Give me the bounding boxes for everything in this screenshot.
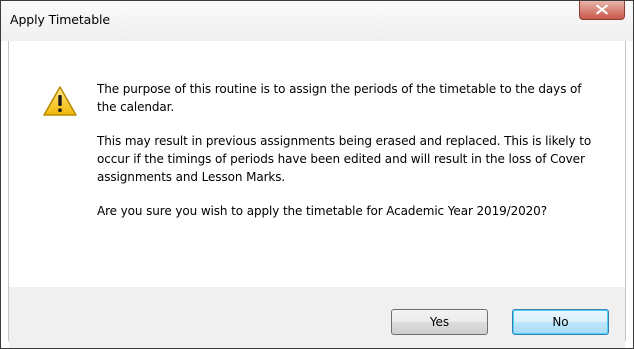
- dialog-window: Apply Timetable The purpose of this rout…: [0, 0, 634, 349]
- close-icon: [596, 4, 608, 15]
- button-bar: Yes No: [9, 287, 625, 348]
- message-paragraph-purpose: The purpose of this routine is to assign…: [97, 82, 582, 114]
- title-bar[interactable]: Apply Timetable: [1, 1, 633, 41]
- window-title: Apply Timetable: [10, 12, 111, 27]
- message-paragraph-question: Are you sure you wish to apply the timet…: [97, 204, 547, 218]
- warning-icon: [43, 86, 77, 116]
- message-paragraph-warning: This may result in previous assignments …: [97, 134, 592, 184]
- yes-button[interactable]: Yes: [391, 309, 488, 335]
- message-text: The purpose of this routine is to assign…: [97, 80, 597, 236]
- no-button[interactable]: No: [512, 309, 609, 335]
- close-button[interactable]: [579, 1, 625, 20]
